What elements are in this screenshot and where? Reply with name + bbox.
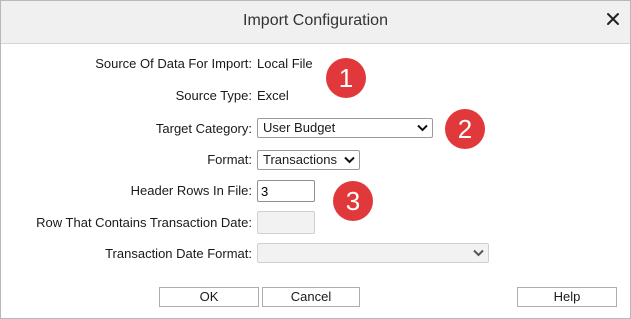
header-rows-label: Header Rows In File: (130, 183, 252, 198)
cancel-button[interactable]: Cancel (262, 287, 360, 307)
date-row-label: Row That Contains Transaction Date: (36, 215, 252, 230)
format-select[interactable]: Transactions (257, 150, 360, 170)
step-badge-3: 3 (333, 181, 373, 221)
date-format-label: Transaction Date Format: (105, 246, 252, 261)
import-configuration-dialog: Import Configuration Source Of Data For … (0, 0, 631, 319)
date-row-input[interactable] (257, 211, 315, 234)
title-bar: Import Configuration (1, 1, 630, 44)
step-badge-2: 2 (445, 109, 485, 149)
target-category-label: Target Category: (155, 121, 252, 136)
step-badge-1: 1 (326, 58, 366, 98)
source-type-value: Excel (257, 88, 289, 103)
date-format-select[interactable] (257, 243, 489, 263)
chevron-down-icon (473, 249, 484, 257)
help-button[interactable]: Help (517, 287, 617, 307)
format-label: Format: (207, 152, 252, 167)
dialog-title: Import Configuration (243, 12, 388, 29)
chevron-down-icon (344, 156, 355, 164)
close-icon[interactable] (606, 12, 620, 26)
ok-button[interactable]: OK (159, 287, 259, 307)
target-category-select[interactable]: User Budget (257, 118, 433, 138)
format-selected-value: Transactions (263, 152, 337, 167)
chevron-down-icon (417, 124, 428, 132)
target-category-selected-value: User Budget (263, 120, 336, 135)
source-of-data-value: Local File (257, 56, 313, 71)
source-of-data-label: Source Of Data For Import: (95, 56, 252, 71)
header-rows-input[interactable] (257, 180, 315, 202)
source-type-label: Source Type: (175, 88, 252, 103)
